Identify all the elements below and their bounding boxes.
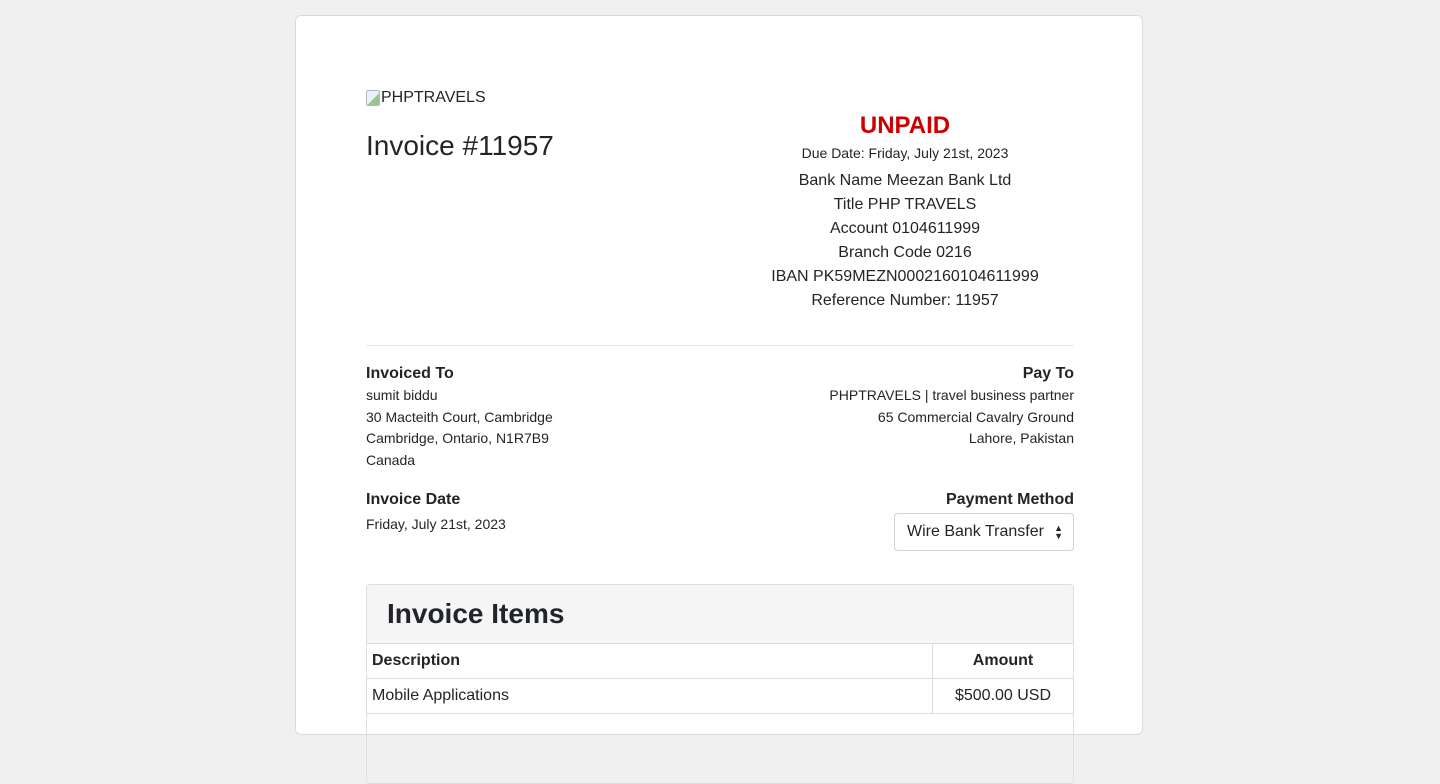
invoice-date-label: Invoice Date (366, 491, 461, 508)
broken-image-icon (366, 90, 380, 106)
account-title: Title PHP TRAVELS (833, 196, 977, 213)
item-amount: $500.00 USD (932, 678, 1073, 714)
select-arrows-icon: ▲ ▼ (1054, 523, 1063, 541)
divider (366, 345, 1074, 346)
payment-method-selected: Wire Bank Transfer (907, 523, 1044, 540)
payment-status: UNPAID (859, 112, 951, 139)
description-header: Description (367, 644, 933, 679)
company-logo: PHPTRAVELS (366, 89, 486, 107)
account-number: Account 0104611999 (829, 220, 981, 237)
amount-header: Amount (932, 644, 1073, 679)
payee-address-line2: Lahore, Pakistan (968, 430, 1074, 446)
customer-address-line1: 30 Macteith Court, Cambridge (366, 408, 553, 425)
invoice-card: PHPTRAVELS Invoice #11957 UNPAID Due Dat… (295, 15, 1143, 784)
bank-name: Bank Name Meezan Bank Ltd (798, 172, 1012, 189)
reference-number: Reference Number: 11957 (811, 292, 999, 309)
payee-name: PHPTRAVELS | travel business partner (829, 387, 1074, 403)
status-block: UNPAID Due Date: Friday, July 21st, 2023… (720, 111, 1090, 313)
invoice-date-value: Friday, July 21st, 2023 (366, 516, 506, 532)
customer-country: Canada (366, 451, 416, 468)
pay-to: Pay To PHPTRAVELS | travel business part… (714, 363, 1074, 450)
item-description: Mobile Applications (367, 678, 933, 714)
customer-name: sumit biddu (366, 387, 438, 403)
payment-method-select[interactable]: Wire Bank Transfer ▲ ▼ (894, 513, 1074, 551)
invoice-items-table: Description Amount Mobile Applications $… (367, 644, 1073, 714)
payee-address-line1: 65 Commercial Cavalry Ground (877, 408, 1074, 425)
payment-method-label: Payment Method (945, 491, 1074, 508)
iban: IBAN PK59MEZN0002160104611999 (771, 268, 1039, 285)
invoice-title: Invoice #11957 (366, 130, 554, 161)
invoiced-to-label: Invoiced To (366, 365, 454, 382)
due-date: Due Date: Friday, July 21st, 2023 (801, 145, 1009, 161)
invoiced-to: Invoiced To sumit biddu 30 Macteith Cour… (366, 363, 706, 471)
invoice-items-panel: Invoice Items Description Amount Mobile … (366, 584, 1074, 784)
bank-details: Bank Name Meezan Bank Ltd Title PHP TRAV… (720, 169, 1090, 313)
pay-to-label: Pay To (1022, 365, 1074, 382)
payment-method: Payment Method Wire Bank Transfer ▲ ▼ (714, 489, 1074, 551)
table-row: Mobile Applications $500.00 USD (367, 678, 1073, 714)
branch-code: Branch Code 0216 (838, 244, 972, 261)
invoice-items-heading: Invoice Items (367, 585, 1073, 644)
table-header-row: Description Amount (367, 644, 1073, 679)
customer-address-line2: Cambridge, Ontario, N1R7B9 (366, 430, 549, 446)
logo-alt-text: PHPTRAVELS (381, 89, 486, 106)
invoice-date: Invoice Date Friday, July 21st, 2023 (366, 489, 706, 536)
